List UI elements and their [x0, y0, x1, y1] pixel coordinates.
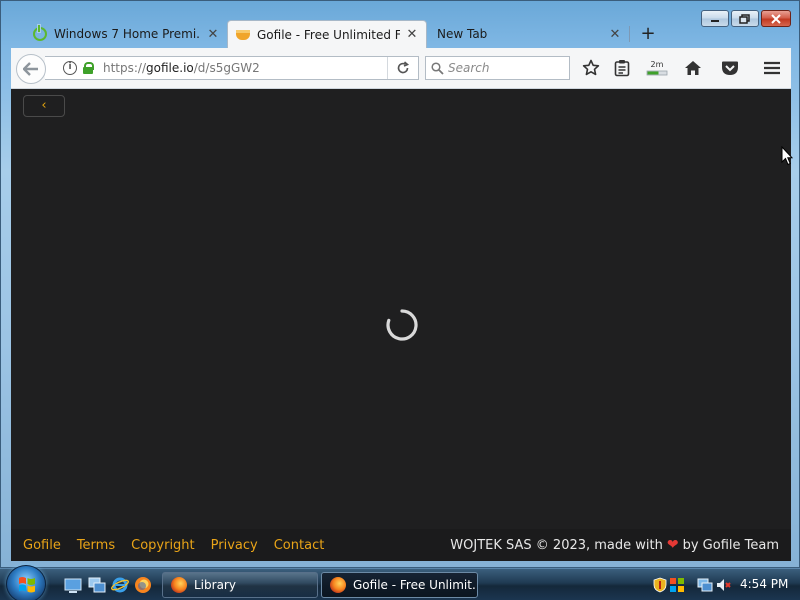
- new-tab-button[interactable]: +: [637, 23, 659, 45]
- info-icon[interactable]: i: [63, 61, 77, 75]
- page-footer: Gofile Terms Copyright Privacy Contact W…: [11, 529, 791, 561]
- navigation-toolbar: i https://gofile.io/d/s5gGW2 2m: [11, 48, 791, 89]
- tab-title: Windows 7 Home Premi...: [54, 27, 201, 41]
- footer-link-terms[interactable]: Terms: [77, 538, 115, 553]
- search-input[interactable]: [448, 61, 558, 75]
- footer-link-copyright[interactable]: Copyright: [131, 538, 195, 553]
- search-icon: [426, 57, 448, 79]
- back-button[interactable]: [16, 54, 46, 84]
- gofile-icon: [236, 29, 250, 40]
- show-desktop-icon[interactable]: [64, 576, 82, 594]
- tab-title: Gofile - Free Unlimited Fil...: [257, 27, 400, 42]
- hamburger-menu-icon: [764, 61, 780, 75]
- internet-explorer-icon[interactable]: [111, 576, 129, 594]
- switch-windows-icon[interactable]: [88, 576, 106, 594]
- firefox-quicklaunch-icon[interactable]: [134, 576, 152, 594]
- volume-muted-icon[interactable]: [716, 577, 732, 593]
- footer-link-gofile[interactable]: Gofile: [23, 538, 61, 553]
- search-bar[interactable]: [425, 56, 570, 80]
- home-button[interactable]: [681, 56, 705, 80]
- tab-strip: Windows 7 Home Premi... ✕ Gofile - Free …: [11, 20, 791, 48]
- tab-new-tab[interactable]: New Tab ✕: [429, 20, 629, 48]
- network-icon[interactable]: [697, 577, 713, 593]
- page-content: ‹ Gofile Terms Copyright Privacy Contact…: [11, 89, 791, 561]
- tab-close-icon[interactable]: ✕: [406, 27, 418, 42]
- taskbar-item-label: Library: [194, 578, 236, 592]
- footer-link-contact[interactable]: Contact: [274, 538, 325, 553]
- tab-windows7[interactable]: Windows 7 Home Premi... ✕: [25, 20, 227, 48]
- footer-links: Gofile Terms Copyright Privacy Contact: [23, 538, 324, 553]
- download-progress-icon: 2m: [646, 60, 668, 76]
- reload-button[interactable]: [388, 57, 418, 79]
- footer-credit: WOJTEK SAS © 2023, made with ❤ by Gofile…: [450, 537, 779, 553]
- url-scheme: https://: [103, 61, 147, 75]
- loading-spinner-icon: [386, 309, 418, 341]
- tab-title: New Tab: [437, 27, 488, 41]
- action-center-icon[interactable]: [669, 577, 685, 593]
- reload-icon: [397, 61, 410, 74]
- taskbar-item-gofile[interactable]: Gofile - Free Unlimit...: [321, 572, 478, 598]
- downloads-button[interactable]: 2m: [645, 56, 669, 80]
- firefox-icon: [330, 577, 346, 593]
- tab-close-icon[interactable]: ✕: [609, 27, 621, 42]
- pocket-icon: [722, 61, 738, 75]
- firefox-icon: [171, 577, 187, 593]
- windows-logo-icon: [19, 577, 35, 593]
- home-icon: [685, 61, 701, 75]
- power-icon: [33, 25, 47, 41]
- url-path: /d/s5gGW2: [193, 61, 260, 75]
- tab-gofile[interactable]: Gofile - Free Unlimited Fil... ✕: [227, 20, 427, 48]
- tab-close-icon[interactable]: ✕: [207, 27, 219, 42]
- credit-prefix: WOJTEK SAS © 2023, made with: [450, 537, 663, 553]
- url-host: gofile.io: [146, 61, 194, 75]
- downloads-badge: 2m: [651, 60, 664, 69]
- taskbar-item-label: Gofile - Free Unlimit...: [353, 578, 478, 592]
- menu-button[interactable]: [760, 56, 784, 80]
- clipboard-icon: [614, 60, 630, 77]
- tab-divider: [629, 26, 630, 42]
- clock[interactable]: 4:54 PM: [740, 577, 788, 591]
- taskbar-item-library[interactable]: Library: [162, 572, 318, 598]
- taskbar: Library Gofile - Free Unlimit... 4:54 PM: [0, 565, 800, 600]
- url-bar[interactable]: i https://gofile.io/d/s5gGW2: [45, 56, 419, 80]
- star-icon: [582, 59, 600, 76]
- mouse-cursor-icon: [781, 146, 793, 166]
- heart-icon: ❤: [666, 537, 679, 553]
- bookmark-star-button[interactable]: [579, 56, 603, 80]
- security-shield-icon[interactable]: [652, 577, 668, 593]
- back-arrow-icon: [23, 62, 38, 76]
- credit-suffix: by Gofile Team: [682, 537, 779, 553]
- pocket-button[interactable]: [718, 56, 742, 80]
- start-button[interactable]: [6, 565, 46, 600]
- reading-list-button[interactable]: [610, 56, 634, 80]
- browser-window: Windows 7 Home Premi... ✕ Gofile - Free …: [0, 0, 800, 568]
- lock-icon: [83, 62, 94, 74]
- url-text[interactable]: https://gofile.io/d/s5gGW2: [103, 61, 387, 75]
- page-back-button[interactable]: ‹: [23, 95, 65, 117]
- footer-link-privacy[interactable]: Privacy: [211, 538, 258, 553]
